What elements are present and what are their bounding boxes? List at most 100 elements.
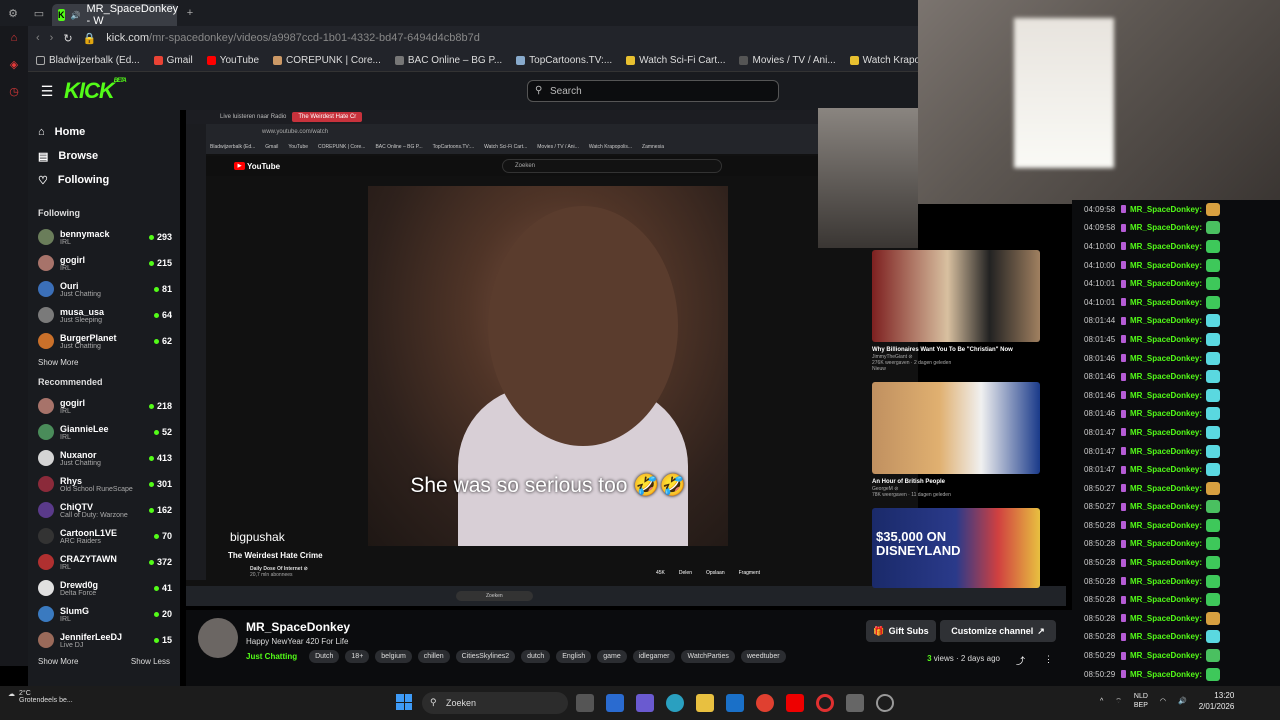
bookmark-3[interactable]: COREPUNK | Core... xyxy=(273,55,381,66)
chat-username[interactable]: MR_SpaceDonkey: xyxy=(1130,242,1202,251)
sidebar-aria-icon[interactable]: ◈ xyxy=(10,58,18,71)
chat-username[interactable]: MR_SpaceDonkey: xyxy=(1130,261,1202,270)
following-item[interactable]: BurgerPlanet Just Chatting 62 xyxy=(28,328,180,354)
nav-following[interactable]: ♡ Following xyxy=(38,168,180,192)
chat-username[interactable]: MR_SpaceDonkey: xyxy=(1130,484,1202,493)
chat-username[interactable]: MR_SpaceDonkey: xyxy=(1130,614,1202,623)
bookmark-7[interactable]: Movies / TV / Ani... xyxy=(739,55,836,66)
chat-username[interactable]: MR_SpaceDonkey: xyxy=(1130,298,1202,307)
recommended-item[interactable]: ChiQTV Call of Duty: Warzone 162 xyxy=(28,497,180,523)
chat-username[interactable]: MR_SpaceDonkey: xyxy=(1130,205,1202,214)
show-more-recommended[interactable]: Show More xyxy=(38,657,78,666)
chat-username[interactable]: MR_SpaceDonkey: xyxy=(1130,447,1202,456)
weather-widget[interactable]: ☁ 2°C Grotendeels be... xyxy=(8,690,73,704)
chat-username[interactable]: MR_SpaceDonkey: xyxy=(1130,577,1202,586)
gift-subs-button[interactable]: 🎁 Gift Subs xyxy=(866,620,936,642)
reload-icon[interactable]: ↻ xyxy=(63,32,72,45)
bookmark-5[interactable]: TopCartoons.TV:... xyxy=(516,55,612,66)
channel-avatar[interactable] xyxy=(198,618,238,658)
back-icon[interactable]: ‹ xyxy=(36,32,40,44)
explorer-icon[interactable] xyxy=(696,694,714,712)
outlook-icon[interactable] xyxy=(726,694,744,712)
tag-chip[interactable]: game xyxy=(597,650,627,663)
recommended-item[interactable]: CartoonL1VE ARC Raiders 70 xyxy=(28,523,180,549)
chat-username[interactable]: MR_SpaceDonkey: xyxy=(1130,279,1202,288)
bookmark-0[interactable]: Bladwijzerbalk (Ed... xyxy=(36,55,140,66)
nav-browse[interactable]: ▤ Browse xyxy=(38,144,180,168)
calculator-icon[interactable] xyxy=(846,694,864,712)
network-icon[interactable]: ⌔ xyxy=(1115,697,1122,706)
wifi-icon[interactable]: ◠ xyxy=(1160,697,1166,705)
tag-chip[interactable]: Dutch xyxy=(309,650,340,663)
chat-username[interactable]: MR_SpaceDonkey: xyxy=(1130,632,1202,641)
chat-username[interactable]: MR_SpaceDonkey: xyxy=(1130,372,1202,381)
recommended-item[interactable]: gogirl IRL 218 xyxy=(28,393,180,419)
search-input[interactable]: ⚲ Search xyxy=(527,80,779,102)
share-icon[interactable]: ⤴ xyxy=(1016,654,1025,667)
recommended-item[interactable]: Rhys Old School RuneScape 301 xyxy=(28,471,180,497)
recommended-item[interactable]: JenniferLeeDJ Live DJ 15 xyxy=(28,627,180,653)
channel-name[interactable]: MR_SpaceDonkey xyxy=(246,620,350,634)
recommended-item[interactable]: CRAZYTAWN IRL 372 xyxy=(28,549,180,575)
browser-tab-active[interactable]: K 🔊 MR_SpaceDonkey - W xyxy=(52,3,178,27)
task-view-icon[interactable] xyxy=(576,694,594,712)
recommended-item[interactable]: Drewd0g Delta Force 41 xyxy=(28,575,180,601)
new-tab-icon[interactable]: + xyxy=(177,0,203,26)
bookmark-2[interactable]: YouTube xyxy=(206,55,259,66)
video-player[interactable]: Live luisteren naar Radio The Weirdest H… xyxy=(186,110,1066,606)
tag-chip[interactable]: weedtuber xyxy=(740,650,786,663)
store-icon[interactable] xyxy=(606,694,624,712)
chat-username[interactable]: MR_SpaceDonkey: xyxy=(1130,335,1202,344)
chat-username[interactable]: MR_SpaceDonkey: xyxy=(1130,595,1202,604)
tag-chip[interactable]: 18+ xyxy=(345,650,370,663)
chat-username[interactable]: MR_SpaceDonkey: xyxy=(1130,391,1202,400)
kick-logo[interactable]: KICKBETA xyxy=(64,78,127,104)
recommended-item[interactable]: Nuxanor Just Chatting 413 xyxy=(28,445,180,471)
chrome-icon[interactable] xyxy=(756,694,774,712)
recommended-item[interactable]: SlumG IRL 20 xyxy=(28,601,180,627)
show-more-following[interactable]: Show More xyxy=(38,358,78,367)
edge-icon[interactable] xyxy=(666,694,684,712)
chat-username[interactable]: MR_SpaceDonkey: xyxy=(1130,223,1202,232)
chat-username[interactable]: MR_SpaceDonkey: xyxy=(1130,316,1202,325)
following-item[interactable]: Ouri Just Chatting 81 xyxy=(28,276,180,302)
tag-chip[interactable]: CitiesSkylines2 xyxy=(455,650,516,663)
more-options-icon[interactable]: ⋮ xyxy=(1044,654,1053,665)
opera-menu-icon[interactable]: ⚙ xyxy=(0,0,26,26)
sidebar-history-icon[interactable]: ◷ xyxy=(9,85,19,98)
taskbar-search[interactable]: ⚲ Zoeken xyxy=(422,692,568,714)
nav-home[interactable]: ⌂ Home xyxy=(38,120,180,144)
hamburger-menu-icon[interactable]: ☰ xyxy=(38,72,56,110)
chat-username[interactable]: MR_SpaceDonkey: xyxy=(1130,539,1202,548)
chat-username[interactable]: MR_SpaceDonkey: xyxy=(1130,354,1202,363)
tag-chip[interactable]: chillen xyxy=(417,650,450,663)
clock[interactable]: 13:20 2/01/2026 xyxy=(1199,690,1235,712)
bookmark-8[interactable]: Watch Krapopolis... xyxy=(849,55,918,66)
show-less-recommended[interactable]: Show Less xyxy=(131,657,170,666)
tray-chevron-icon[interactable]: ^ xyxy=(1100,698,1103,705)
chat-username[interactable]: MR_SpaceDonkey: xyxy=(1130,558,1202,567)
bookmark-1[interactable]: Gmail xyxy=(153,55,193,66)
tab-manager-icon[interactable]: ▭ xyxy=(26,0,52,26)
settings-icon[interactable] xyxy=(876,694,894,712)
bookmark-4[interactable]: BAC Online – BG P... xyxy=(394,55,502,66)
following-item[interactable]: gogirl IRL 215 xyxy=(28,250,180,276)
tag-chip[interactable]: WatchParties xyxy=(681,650,735,663)
volume-icon[interactable]: 🔊 xyxy=(1178,697,1187,705)
tag-chip[interactable]: dutch xyxy=(521,650,551,663)
customize-channel-button[interactable]: Customize channel ↗ xyxy=(940,620,1056,642)
tag-chip[interactable]: idlegamer xyxy=(632,650,676,663)
opera-icon[interactable] xyxy=(816,694,834,712)
recommended-item[interactable]: GiannieLee IRL 52 xyxy=(28,419,180,445)
chat-username[interactable]: MR_SpaceDonkey: xyxy=(1130,465,1202,474)
language-indicator[interactable]: NLD BEP xyxy=(1134,692,1148,710)
chat-username[interactable]: MR_SpaceDonkey: xyxy=(1130,502,1202,511)
youtube-icon[interactable] xyxy=(786,694,804,712)
forward-icon[interactable]: › xyxy=(50,32,54,44)
start-button[interactable] xyxy=(396,694,412,710)
sidebar-home-icon[interactable]: ⌂ xyxy=(11,32,18,44)
tag-chip[interactable]: English xyxy=(556,650,592,663)
bookmark-6[interactable]: Watch Sci-Fi Cart... xyxy=(626,55,725,66)
chat-username[interactable]: MR_SpaceDonkey: xyxy=(1130,521,1202,530)
category-link[interactable]: Just Chatting xyxy=(246,652,297,661)
